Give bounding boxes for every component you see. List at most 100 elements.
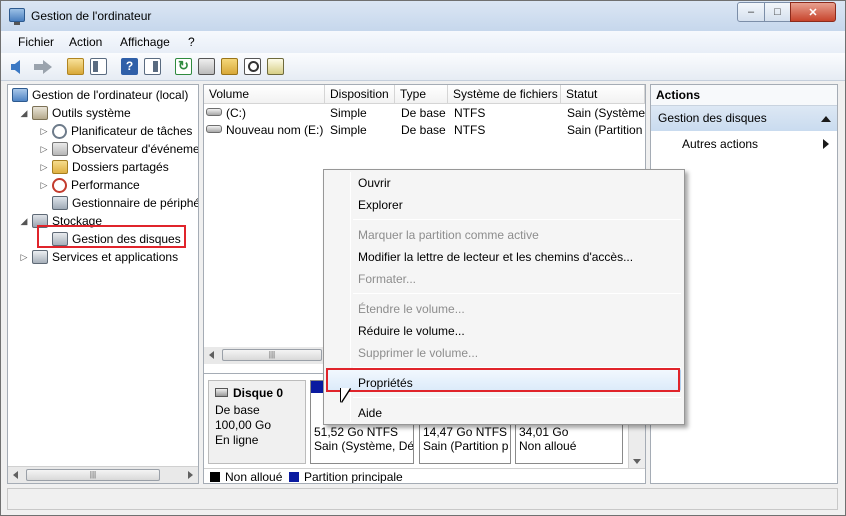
back-arrow-icon[interactable] [11,58,29,75]
tree-item-label: Outils système [52,106,131,120]
toolbar: ? [1,53,845,81]
column-header-status[interactable]: Statut [561,85,645,104]
legend-label-unallocated: Non alloué [225,470,283,484]
maximize-button[interactable]: □ [764,2,791,22]
table-row[interactable]: (C:) Simple De base NTFS Sain (Système, [204,105,645,122]
collapse-arrow-icon[interactable]: ◢ [18,107,30,119]
expand-arrow-icon[interactable]: ▷ [38,161,50,173]
menu-item-modifier-lettre[interactable]: Modifier la lettre de lecteur et les che… [358,250,633,264]
menu-separator [353,219,681,220]
event-viewer-icon [52,142,68,156]
expand-arrow-icon[interactable]: ▷ [38,179,50,191]
partition-size: 14,47 Go NTFS [423,425,508,439]
drive-icon [206,125,222,133]
menu-separator [353,293,681,294]
column-header-volume[interactable]: Volume [204,85,325,104]
disk-name: Disque 0 [233,386,284,400]
legend-swatch-unallocated [210,472,220,482]
tree-item-label: Dossiers partagés [72,160,169,174]
computer-management-window: Gestion de l'ordinateur – □ ✕ Fichier Ac… [0,0,846,516]
volume-list-horizontal-scrollbar[interactable]: ||| [204,347,324,364]
menu-action[interactable]: Action [69,35,102,49]
type-cell: De base [401,106,446,120]
tree-item-label: Services et applications [52,250,179,264]
tree-item-dossiers-partages[interactable]: ▷ Dossiers partagés [38,158,169,176]
mouse-cursor-icon [341,388,350,402]
close-button[interactable]: ✕ [790,2,836,22]
filesystem-cell: NTFS [454,123,486,137]
menu-item-supprimer: Supprimer le volume... [358,346,479,360]
tree-item-observateur[interactable]: ▷ Observateur d'événeme [38,140,198,158]
tree-item-performance[interactable]: ▷ Performance [38,176,140,194]
minimize-button[interactable]: – [737,2,765,22]
scroll-left-arrow-icon[interactable] [209,351,214,359]
expand-arrow-icon[interactable]: ▷ [38,125,50,137]
menu-affichage[interactable]: Affichage [120,35,170,49]
collapse-arrow-icon[interactable]: ◢ [18,215,30,227]
disk-type: De base [215,403,260,417]
expand-arrow-icon[interactable]: ▷ [38,143,50,155]
legend-swatch-primary [289,472,299,482]
properties-icon[interactable] [198,58,215,75]
tree-item-services-applications[interactable]: ▷ Services et applications [18,248,178,266]
status-bar [7,488,838,510]
tree-root[interactable]: Gestion de l'ordinateur (local) [12,86,188,104]
table-row[interactable]: Nouveau nom (E:) Simple De base NTFS Sai… [204,122,645,139]
column-header-disposition[interactable]: Disposition [325,85,395,104]
actions-section-label: Gestion des disques [658,111,767,125]
column-header-type[interactable]: Type [395,85,448,104]
title-bar: Gestion de l'ordinateur – □ ✕ [1,1,845,31]
type-cell: De base [401,123,446,137]
services-icon [32,250,48,264]
forward-arrow-icon[interactable] [34,58,52,75]
tree-item-planificateur[interactable]: ▷ Planificateur de tâches [38,122,192,140]
open-icon[interactable] [221,58,238,75]
partition-size: 34,01 Go [519,425,569,439]
disk-size: 100,00 Go [215,418,272,432]
actions-section-disk-management[interactable]: Gestion des disques [651,106,837,131]
show-hide-action-pane-icon[interactable] [144,58,161,75]
menu-item-formater: Formater... [358,272,417,286]
menu-separator [353,397,681,398]
menu-item-reduire[interactable]: Réduire le volume... [358,324,465,338]
status-cell: Sain (Partition [567,123,643,137]
menu-item-aide[interactable]: Aide [358,406,382,420]
tree-horizontal-scrollbar[interactable]: ||| [8,466,198,483]
tree-root-label: Gestion de l'ordinateur (local) [32,88,189,102]
partition-status: Non alloué [519,439,577,453]
clock-icon [52,123,67,139]
disk-icon[interactable] [267,58,284,75]
up-folder-icon[interactable] [67,58,84,75]
menu-item-ouvrir[interactable]: Ouvrir [358,176,391,190]
expand-arrow-icon[interactable]: ▷ [18,251,30,263]
partition-status: Sain (Système, Dé [314,439,414,453]
scroll-down-arrow-icon[interactable] [633,459,641,464]
disk-label[interactable]: Disque 0 De base 100,00 Go En ligne [208,380,306,464]
column-header-filesystem[interactable]: Système de fichiers [448,85,561,104]
menu-fichier[interactable]: Fichier [18,35,54,49]
tree-item-outils-systeme[interactable]: ◢ Outils système [18,104,131,122]
scroll-thumb[interactable]: ||| [222,349,322,361]
submenu-arrow-icon[interactable] [823,139,829,149]
volume-cell: (C:) [226,106,246,120]
actions-header: Actions [651,85,837,106]
help-icon[interactable]: ? [121,58,138,75]
disk-icon [215,388,228,397]
window-title: Gestion de l'ordinateur [31,9,152,23]
collapse-triangle-icon[interactable] [821,116,831,122]
menu-help[interactable]: ? [188,35,195,49]
partition-status: Sain (Partition p [423,439,509,453]
find-icon[interactable] [244,58,261,75]
shared-folder-icon [52,160,68,174]
menu-item-explorer[interactable]: Explorer [358,198,403,212]
scroll-thumb[interactable]: ||| [26,469,160,481]
scroll-left-arrow-icon[interactable] [13,471,18,479]
menu-item-marquer-active: Marquer la partition comme active [358,228,539,242]
other-actions-item[interactable]: Autres actions [682,137,758,151]
refresh-icon[interactable] [175,58,192,75]
show-hide-tree-icon[interactable] [90,58,107,75]
drive-icon [206,108,222,116]
tree-item-gestionnaire-peripheriques[interactable]: Gestionnaire de périphé [38,194,198,212]
highlight-frame-disk-management [37,225,186,248]
scroll-right-arrow-icon[interactable] [188,471,193,479]
